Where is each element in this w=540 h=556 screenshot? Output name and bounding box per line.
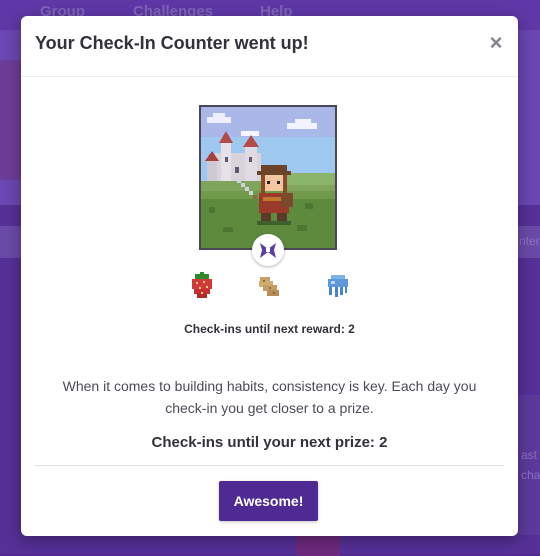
checkin-modal: Your Check-In Counter went up! × Check-i…: [21, 16, 518, 536]
awesome-button[interactable]: Awesome!: [219, 481, 318, 521]
hero-illustration: [199, 105, 337, 250]
background-filter-text: nter: [519, 234, 540, 248]
background-side-card: [516, 395, 540, 535]
consistency-message: When it comes to building habits, consis…: [62, 378, 477, 416]
next-reward-caption: Check-ins until next reward: 2: [184, 322, 355, 336]
next-prize-caption: Check-ins until your next prize: 2: [151, 434, 388, 451]
reward-icons: [21, 271, 518, 303]
strawberry-icon: [187, 271, 217, 301]
blue-jellyfish-icon: [323, 271, 353, 301]
background-button[interactable]: [296, 536, 340, 556]
close-button[interactable]: ×: [487, 31, 505, 55]
background-banner-avatar: [0, 60, 22, 180]
crossed-swords-icon: [260, 243, 276, 258]
potato-icon: [254, 271, 284, 301]
castle-warrior-scene: [201, 107, 335, 248]
background-card-text-2: cha: [521, 468, 540, 482]
footer-divider: [35, 465, 504, 466]
modal-title: Your Check-In Counter went up!: [35, 33, 309, 53]
background-card-text: ast: [521, 448, 538, 462]
checkin-badge: [252, 234, 284, 266]
modal-header: Your Check-In Counter went up! ×: [21, 16, 518, 77]
